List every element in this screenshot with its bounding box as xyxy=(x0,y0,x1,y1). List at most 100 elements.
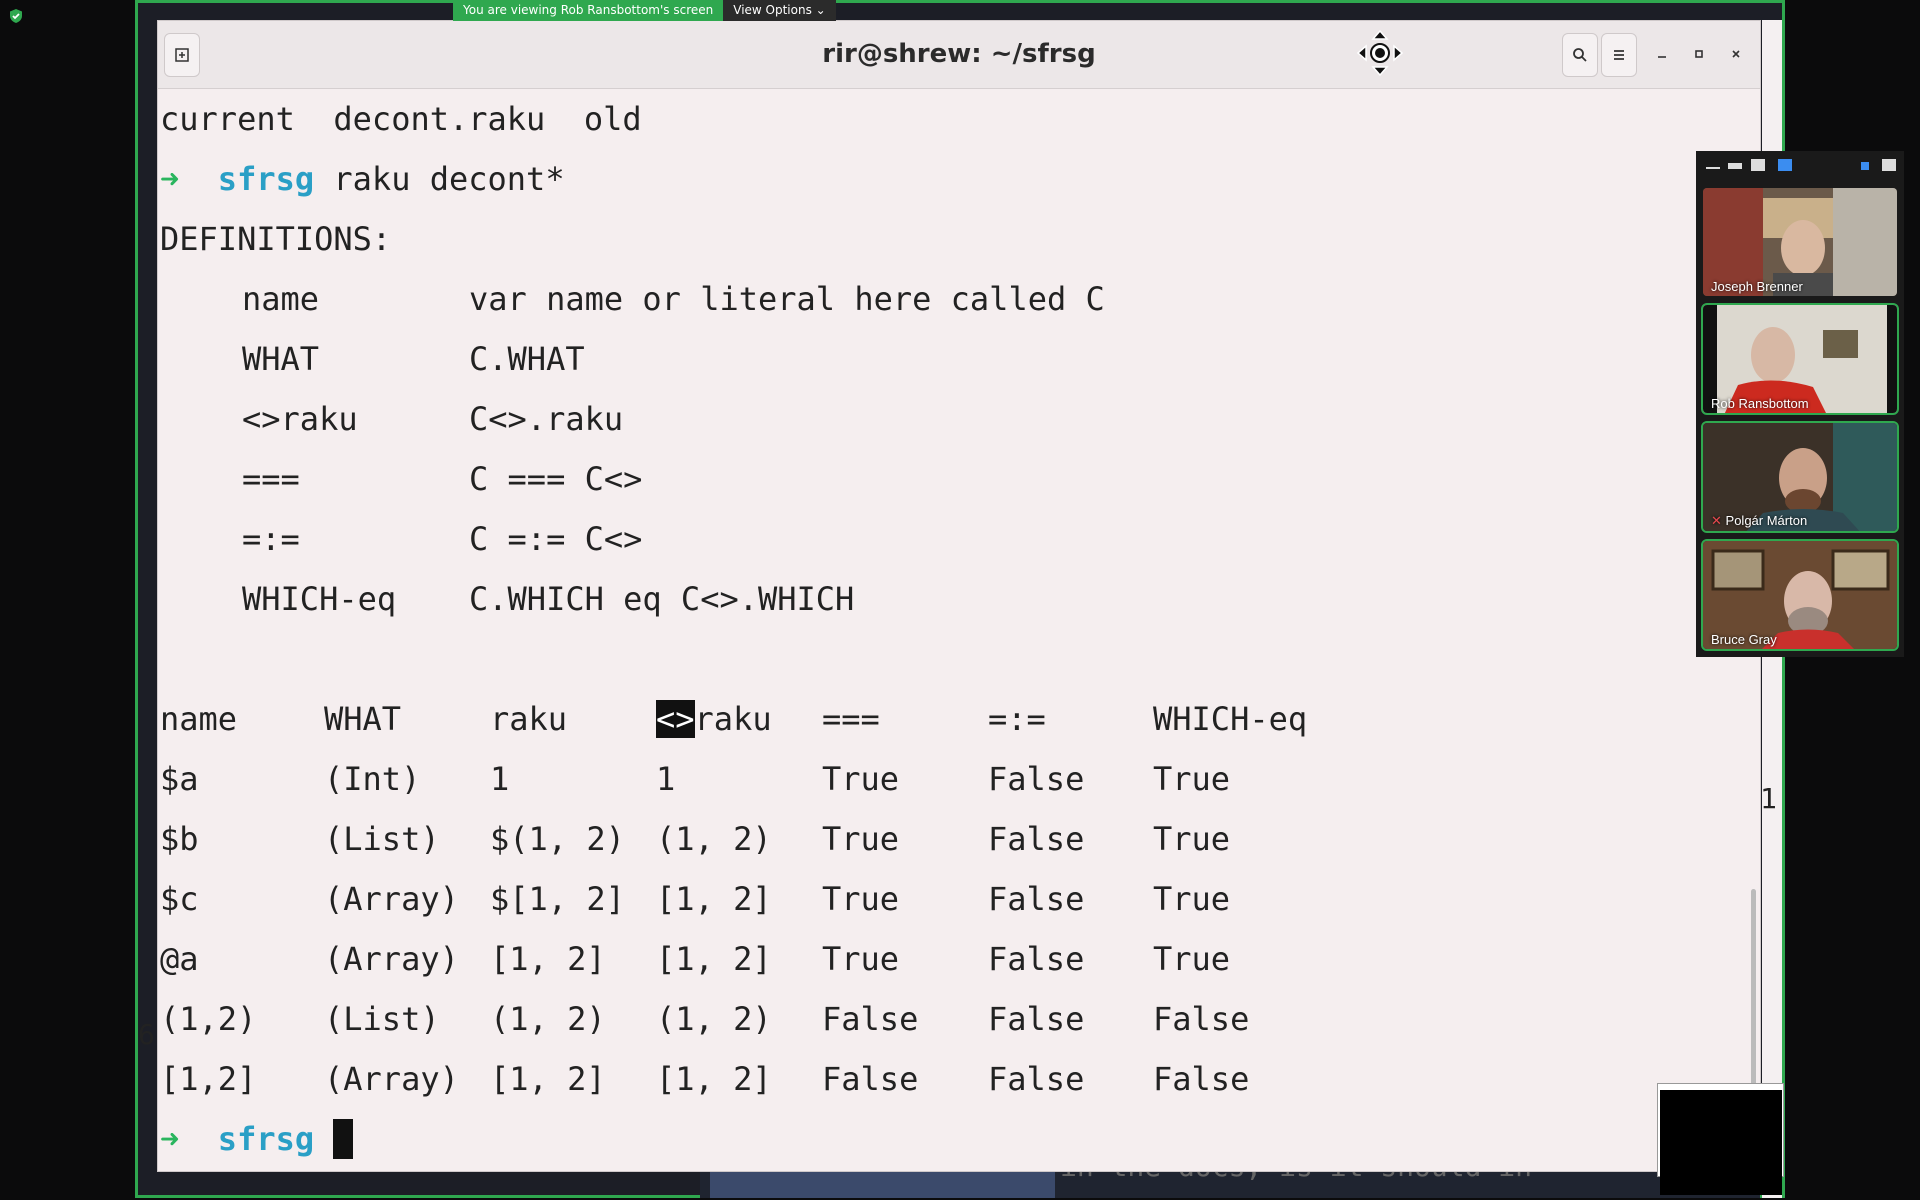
strip-view-icon[interactable] xyxy=(1728,163,1742,169)
maximize-icon xyxy=(1695,50,1703,58)
minimize-icon[interactable] xyxy=(1706,167,1720,169)
participant-tile[interactable]: ✕ Polgár Márton xyxy=(1701,421,1899,533)
cell-name: (1,2) xyxy=(160,1000,257,1038)
window-title: rir@shrew: ~/sfrsg xyxy=(822,39,1096,69)
cell-name: [1,2] xyxy=(160,1060,257,1098)
cell-container-id: False xyxy=(988,1060,1085,1098)
command-text: raku decont* xyxy=(333,160,565,198)
cell-which-eq: False xyxy=(1153,1060,1250,1098)
participant-name: Rob Ransbottom xyxy=(1711,396,1809,411)
table-header-decont-raku: <>raku xyxy=(656,699,772,739)
view-options-button[interactable]: View Options ⌄ xyxy=(723,0,836,21)
table-header-raku: raku xyxy=(490,700,568,738)
chevron-down-icon: ⌄ xyxy=(815,3,826,17)
cell-which-eq: True xyxy=(1153,940,1231,978)
definition-term: =:= xyxy=(242,520,300,558)
cell-what: (Array) xyxy=(324,1060,459,1098)
prompt-dir: sfrsg xyxy=(217,1120,315,1158)
cell-decont-raku: [1, 2] xyxy=(656,1060,772,1098)
cell-container-id: False xyxy=(988,880,1085,918)
share-banner-text: You are viewing Rob Ransbottom's screen xyxy=(453,0,724,21)
hamburger-menu-icon xyxy=(1614,50,1624,60)
participant-name-text: Polgár Márton xyxy=(1725,513,1808,528)
cell-container-id: False xyxy=(988,940,1085,978)
search-icon xyxy=(1573,48,1587,62)
definition-meaning: C.WHAT xyxy=(469,340,585,378)
definition-meaning: C.WHICH eq C<>.WHICH xyxy=(469,580,855,618)
terminal-window[interactable]: rir@shrew: ~/sfrsg current decont.raku o… xyxy=(157,20,1761,1172)
participant-tile[interactable]: Joseph Brenner xyxy=(1701,186,1899,298)
shield-icon xyxy=(10,9,22,23)
prompt-arrow: ➜ xyxy=(160,1120,180,1158)
table-header-name: name xyxy=(160,700,238,738)
cell-container-id: False xyxy=(988,760,1085,798)
cell-name: $b xyxy=(160,820,199,858)
background-text-right: 1 xyxy=(1760,782,1777,815)
cell-which-eq: False xyxy=(1153,1000,1250,1038)
cell-which-eq: True xyxy=(1153,880,1231,918)
speaker-view-icon[interactable] xyxy=(1751,159,1765,171)
cell-decont-raku: 1 xyxy=(656,760,676,798)
search-button[interactable] xyxy=(1562,33,1598,77)
cell-name: $a xyxy=(160,760,199,798)
definition-meaning: C =:= C<> xyxy=(469,520,643,558)
prompt-arrow: ➜ xyxy=(160,160,180,198)
cell-what: (List) xyxy=(324,1000,440,1038)
cell-eqv: True xyxy=(822,760,900,798)
highlighted-selection: <> xyxy=(656,700,695,738)
cell-raku: (1, 2) xyxy=(490,1000,606,1038)
cell-what: (Array) xyxy=(324,940,459,978)
definition-term: === xyxy=(242,460,300,498)
cell-what: (List) xyxy=(324,820,440,858)
cell-eqv: False xyxy=(822,1000,919,1038)
table-header-container-id: =:= xyxy=(988,700,1046,738)
pop-out-icon[interactable] xyxy=(1882,159,1896,171)
cell-eqv: True xyxy=(822,940,900,978)
cell-raku: $[1, 2] xyxy=(490,880,625,918)
definition-meaning: var name or literal here called C xyxy=(469,280,1105,318)
cell-what: (Array) xyxy=(324,880,459,918)
current-prompt-line[interactable]: ➜ sfrsg xyxy=(160,1119,354,1159)
gallery-view-icon[interactable] xyxy=(1778,159,1792,171)
cell-decont-raku: [1, 2] xyxy=(656,880,772,918)
background-dark-panel xyxy=(1660,1090,1782,1195)
cell-name: @a xyxy=(160,940,199,978)
participant-name: ✕ Polgár Márton xyxy=(1711,513,1807,529)
cell-decont-raku: (1, 2) xyxy=(656,820,772,858)
cell-container-id: False xyxy=(988,820,1085,858)
terminal-output[interactable]: current decont.raku old ➜ sfrsg raku dec… xyxy=(160,99,1760,1171)
prompt-line: ➜ sfrsg raku decont* xyxy=(160,159,565,199)
menu-button[interactable] xyxy=(1601,33,1637,77)
prompt-dir: sfrsg xyxy=(217,160,315,198)
participant-name: Bruce Gray xyxy=(1711,632,1777,647)
cell-what: (Int) xyxy=(324,760,421,798)
cell-which-eq: True xyxy=(1153,820,1231,858)
definition-term: WHICH-eq xyxy=(242,580,397,618)
move-cursor-icon xyxy=(1356,29,1404,77)
minimize-button[interactable] xyxy=(1645,33,1679,75)
muted-mic-icon: ✕ xyxy=(1711,513,1722,528)
background-taskbar-item xyxy=(710,1170,1055,1198)
close-button[interactable] xyxy=(1719,33,1753,75)
definition-meaning: C<>.raku xyxy=(469,400,624,438)
terminal-titlebar[interactable]: rir@shrew: ~/sfrsg xyxy=(158,21,1760,89)
cell-raku: [1, 2] xyxy=(490,940,606,978)
gallery-toolbar xyxy=(1696,151,1904,181)
maximize-button[interactable] xyxy=(1682,33,1716,75)
participant-name: Joseph Brenner xyxy=(1711,279,1803,294)
cell-raku: [1, 2] xyxy=(490,1060,606,1098)
play-icon[interactable] xyxy=(1861,162,1869,170)
background-text-left: 6 xyxy=(138,1018,155,1051)
video-gallery[interactable]: Joseph Brenner Rob Ransbottom ✕ Polgár M… xyxy=(1696,151,1904,657)
definitions-header: DEFINITIONS: xyxy=(160,220,392,258)
participant-tile[interactable]: Bruce Gray xyxy=(1701,539,1899,651)
terminal-cursor xyxy=(333,1119,354,1159)
cell-eqv: True xyxy=(822,880,900,918)
ls-output-line: current decont.raku old xyxy=(160,100,642,138)
cell-which-eq: True xyxy=(1153,760,1231,798)
cell-decont-raku: [1, 2] xyxy=(656,940,772,978)
definition-term: name xyxy=(242,280,320,318)
minimize-icon xyxy=(1658,56,1666,58)
participant-tile-speaking[interactable]: Rob Ransbottom xyxy=(1701,303,1899,415)
cell-container-id: False xyxy=(988,1000,1085,1038)
